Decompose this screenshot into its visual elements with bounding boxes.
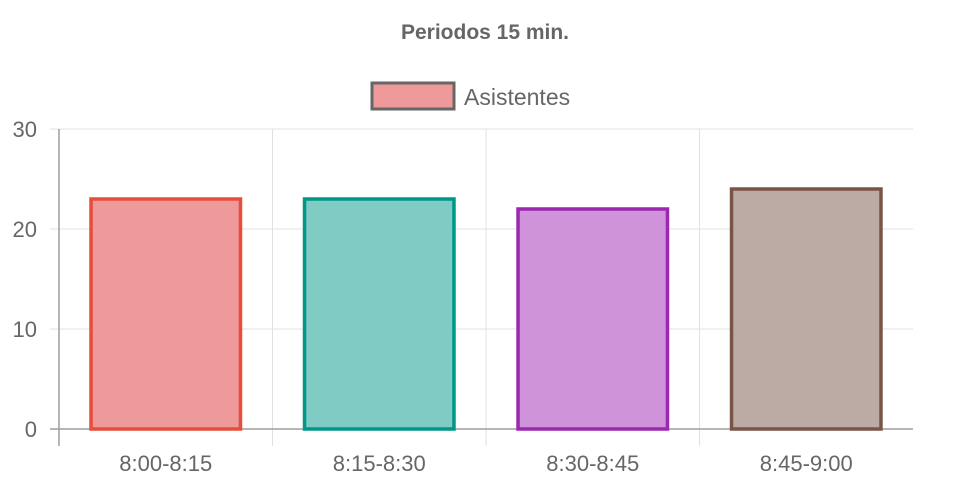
legend-swatch-asistentes	[370, 81, 456, 111]
x-tick-label-8:45-9:00: 8:45-9:00	[760, 451, 853, 476]
bar-8:00-8:15	[89, 197, 243, 431]
chart-title: Periodos 15 min.	[401, 21, 569, 44]
chart-container: Periodos 15 min. Asistentes 0 10 20 30 8:00-…	[0, 0, 970, 484]
bar-8:15-8:30	[302, 197, 456, 431]
y-tick-label-20: 20	[13, 217, 37, 242]
bar-8:30-8:45	[516, 207, 670, 431]
bar-8:45-9:00	[729, 187, 883, 431]
legend[interactable]: Asistentes	[370, 81, 570, 111]
y-tick-label-0: 0	[25, 417, 37, 442]
y-tick-label-30: 30	[13, 117, 37, 142]
x-tick-label-8:30-8:45: 8:30-8:45	[546, 451, 639, 476]
legend-label-asistentes: Asistentes	[464, 84, 570, 110]
x-tick-label-8:00-8:15: 8:00-8:15	[119, 451, 212, 476]
x-tick-label-8:15-8:30: 8:15-8:30	[333, 451, 426, 476]
bar-chart: Periodos 15 min. Asistentes 0 10 20 30 8:00-…	[13, 21, 913, 476]
y-tick-label-10: 10	[13, 317, 37, 342]
